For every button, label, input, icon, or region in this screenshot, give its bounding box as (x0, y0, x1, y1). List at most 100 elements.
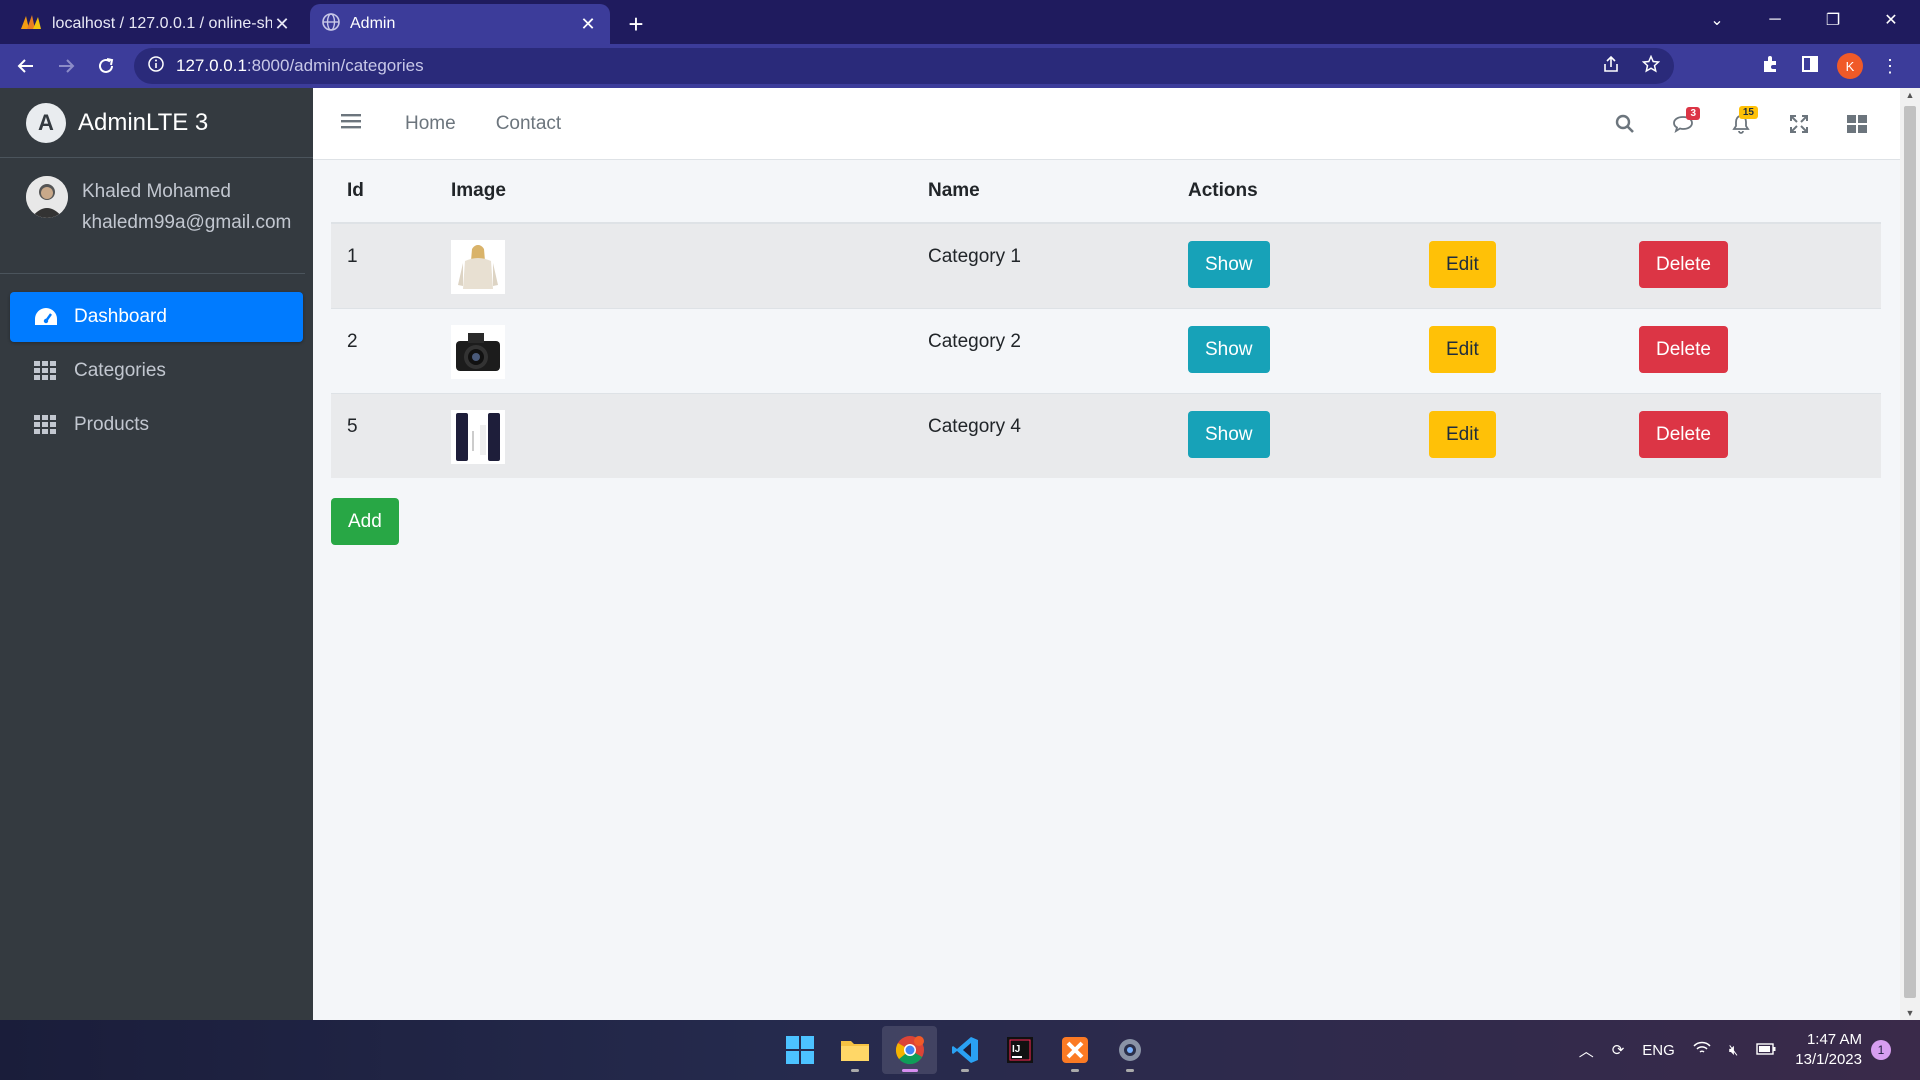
globe-icon (322, 12, 340, 36)
sidebar-item-label: Products (74, 414, 149, 435)
user-name[interactable]: Khaled Mohamed (82, 176, 291, 207)
table-row: 2 Category 2 Show Edit Delete (331, 307, 1881, 393)
bookmark-star-icon[interactable] (1641, 54, 1661, 78)
reload-button[interactable] (86, 46, 126, 86)
sync-icon[interactable]: ⟳ (1612, 1041, 1625, 1059)
notification-center-badge[interactable]: 1 (1871, 1040, 1891, 1060)
new-tab-button[interactable]: + (616, 4, 656, 44)
language-indicator[interactable]: ENG (1642, 1042, 1675, 1059)
sidebar-item-dashboard[interactable]: Dashboard (10, 292, 303, 342)
address-bar[interactable]: 127.0.0.1:8000/admin/categories (134, 48, 1674, 84)
scroll-up-arrow-icon[interactable]: ▲ (1900, 90, 1920, 100)
sidebar-item-products[interactable]: Products (10, 400, 303, 450)
cell-id: 2 (331, 307, 435, 393)
user-avatar[interactable] (26, 176, 68, 218)
site-info-icon[interactable] (148, 55, 164, 77)
profile-avatar[interactable]: K (1837, 53, 1863, 79)
adminlte-logo: A (26, 102, 66, 143)
grid-icon (34, 415, 60, 435)
sidebar-item-label: Dashboard (74, 306, 167, 327)
intellij-icon[interactable]: IJ (992, 1026, 1047, 1074)
show-button[interactable]: Show (1188, 410, 1270, 458)
dashboard-icon (34, 307, 60, 327)
edit-button[interactable]: Edit (1429, 410, 1496, 458)
sidebar-nav: Dashboard Categories Products (0, 274, 313, 472)
nav-link-contact[interactable]: Contact (496, 113, 561, 135)
sidebar-item-label: Categories (74, 360, 166, 381)
column-header-actions: Actions (1172, 160, 1413, 224)
back-arrow-icon (17, 59, 33, 73)
search-icon[interactable] (1596, 114, 1654, 134)
messages-icon[interactable]: 3 (1654, 107, 1712, 133)
table-row: 5 Category 4 Show Edit Delete (331, 392, 1881, 478)
main-content: Id Image Name Actions 1 Category 1 Show … (331, 160, 1881, 545)
windows-taskbar: IJ ︿ ⟳ ENG 🔇︎ 1:47 AM 13/1/2023 1 (0, 1020, 1920, 1080)
sweater-woman-image (451, 240, 505, 294)
tab-search-chevron-icon[interactable]: ⌄ (1688, 0, 1746, 40)
nav-link-home[interactable]: Home (405, 113, 456, 135)
brand-text: AdminLTE 3 (78, 108, 209, 136)
control-sidebar-icon[interactable] (1828, 115, 1886, 133)
wifi-icon[interactable] (1693, 1041, 1711, 1059)
show-button[interactable]: Show (1188, 325, 1270, 373)
side-panel-icon[interactable] (1790, 55, 1830, 78)
tab-close-icon[interactable]: ✕ (272, 14, 292, 35)
file-explorer-icon[interactable] (827, 1026, 882, 1074)
chrome-icon[interactable] (882, 1026, 937, 1074)
main-header: Home Contact 3 15 (313, 88, 1900, 160)
forward-button[interactable] (46, 46, 86, 86)
cell-name: Category 2 (912, 307, 1172, 393)
cosmetic-tubes-image (451, 409, 505, 464)
browser-toolbar: 127.0.0.1:8000/admin/categories K ⋮ (0, 44, 1920, 88)
column-header-image: Image (435, 160, 912, 224)
close-window-button[interactable]: ✕ (1862, 0, 1920, 40)
url-host: 127.0.0.1 (176, 56, 247, 75)
forward-arrow-icon (59, 59, 75, 73)
vscode-icon[interactable] (937, 1026, 992, 1074)
messages-badge: 3 (1686, 107, 1700, 120)
brand-link[interactable]: A AdminLTE 3 (0, 88, 313, 158)
hamburger-menu-icon[interactable] (341, 113, 365, 134)
column-header-spacer (1413, 160, 1623, 224)
windows-start-icon[interactable] (772, 1026, 827, 1074)
scroll-down-arrow-icon[interactable]: ▼ (1900, 1008, 1920, 1018)
page-scrollbar[interactable]: ▲ ▼ (1900, 88, 1920, 1020)
edit-button[interactable]: Edit (1429, 241, 1496, 288)
kebab-menu-icon[interactable]: ⋮ (1870, 56, 1910, 77)
fullscreen-icon[interactable] (1770, 115, 1828, 133)
column-header-spacer (1623, 160, 1881, 224)
edit-button[interactable]: Edit (1429, 325, 1496, 373)
delete-button[interactable]: Delete (1639, 325, 1728, 373)
scrollbar-thumb[interactable] (1904, 106, 1916, 998)
delete-button[interactable]: Delete (1639, 410, 1728, 458)
system-clock[interactable]: 1:47 AM 13/1/2023 (1795, 1030, 1862, 1070)
restore-button[interactable]: ❐ (1804, 0, 1862, 40)
browser-tab-admin[interactable]: Admin ✕ (310, 4, 610, 44)
column-header-name: Name (912, 160, 1172, 224)
sidebar-item-categories[interactable]: Categories (10, 346, 303, 396)
cell-name: Category 4 (912, 392, 1172, 478)
xampp-icon[interactable] (1047, 1026, 1102, 1074)
tab-title: Admin (350, 15, 396, 32)
user-panel: Khaled Mohamed khaledm99a@gmail.com (0, 158, 305, 274)
browser-tab-phpmyadmin[interactable]: localhost / 127.0.0.1 / online-sho ✕ (8, 4, 304, 44)
url-path: :8000/admin/categories (246, 56, 424, 75)
add-button[interactable]: Add (331, 498, 399, 545)
show-hidden-icons-chevron-icon[interactable]: ︿ (1579, 1040, 1594, 1061)
camera-image (451, 324, 505, 379)
browser-tab-bar: localhost / 127.0.0.1 / online-sho ✕ Adm… (0, 0, 1920, 44)
settings-icon[interactable] (1102, 1026, 1157, 1074)
share-icon[interactable] (1602, 55, 1620, 78)
svg-text:IJ: IJ (1012, 1044, 1020, 1055)
bell-icon[interactable]: 15 (1712, 106, 1770, 134)
cell-name: Category 1 (912, 222, 1172, 308)
back-button[interactable] (6, 46, 46, 86)
show-button[interactable]: Show (1188, 241, 1270, 288)
extensions-icon[interactable] (1750, 55, 1790, 78)
minimize-button[interactable]: ─ (1746, 0, 1804, 40)
battery-icon[interactable] (1756, 1042, 1776, 1059)
volume-muted-icon[interactable]: 🔇︎ (1729, 1042, 1738, 1059)
tab-close-icon[interactable]: ✕ (578, 14, 598, 35)
tab-title: localhost / 127.0.0.1 / online-sho (52, 15, 272, 32)
delete-button[interactable]: Delete (1639, 241, 1728, 288)
